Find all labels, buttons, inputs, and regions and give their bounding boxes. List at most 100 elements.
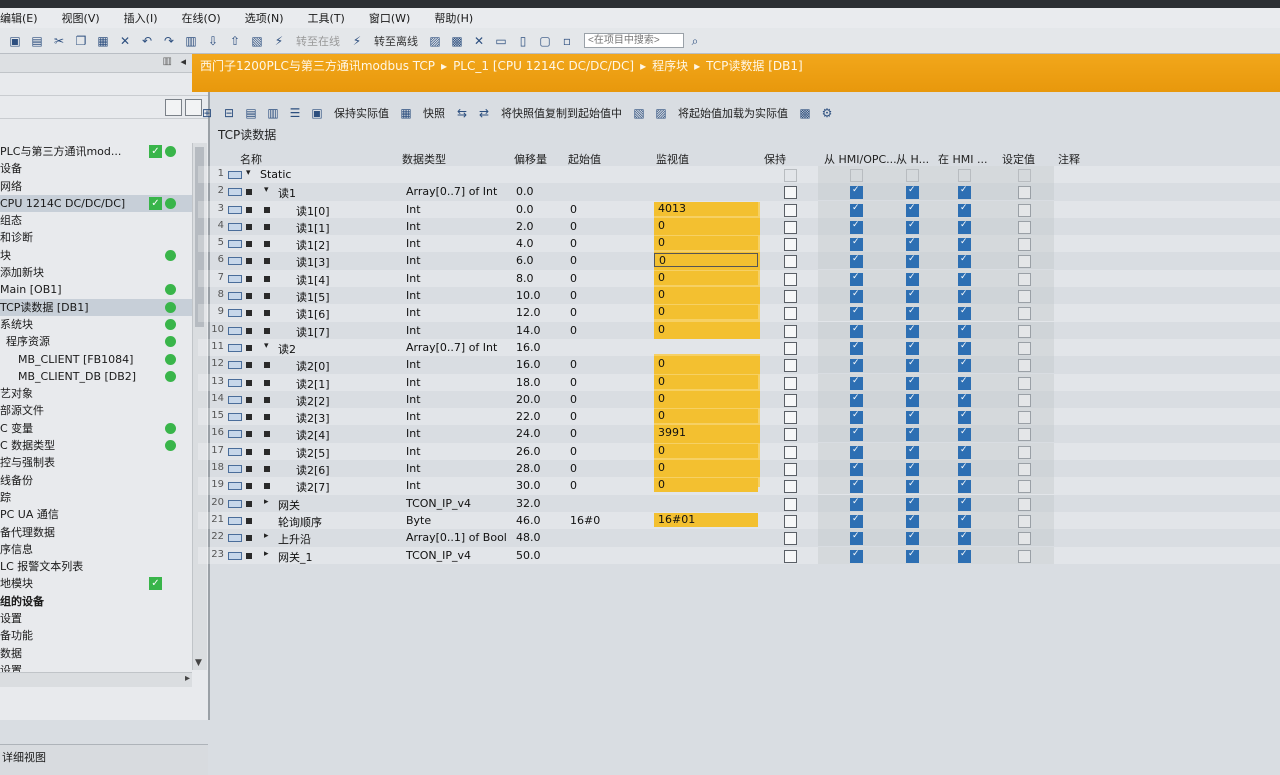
monitor-value[interactable]: 0 bbox=[654, 409, 758, 424]
download-icon[interactable]: ⇩ bbox=[206, 34, 220, 48]
visible-in-hmi-checkbox[interactable] bbox=[958, 237, 971, 252]
tree-item[interactable]: 块 bbox=[0, 247, 192, 264]
accessible-from-hmi-checkbox[interactable] bbox=[850, 341, 863, 355]
table-row[interactable]: 20 ▸ 网关 TCON_IP_v4 32.0 bbox=[198, 494, 1280, 512]
table-row[interactable]: 1 ▾ Static bbox=[198, 166, 1280, 184]
visible-in-hmi-checkbox[interactable] bbox=[958, 254, 971, 269]
setpoint-checkbox[interactable] bbox=[1018, 341, 1031, 355]
writable-from-hmi-checkbox[interactable] bbox=[906, 185, 919, 200]
variable-name[interactable]: 读2[6] bbox=[296, 462, 330, 478]
table-row[interactable]: 15 读2[3] Int 22.0 0 0 bbox=[198, 408, 1280, 426]
monitor-all-icon[interactable]: ▣ bbox=[310, 106, 324, 120]
setpoint-checkbox[interactable] bbox=[1018, 532, 1031, 546]
start-value[interactable]: 0 bbox=[570, 220, 577, 233]
tree-view-icon[interactable] bbox=[165, 99, 182, 116]
start-value[interactable]: 0 bbox=[570, 237, 577, 250]
retain-checkbox[interactable] bbox=[784, 290, 797, 304]
monitor-value[interactable]: 0 bbox=[654, 391, 758, 406]
tree-item[interactable]: 组的设备 bbox=[0, 593, 192, 610]
start-value[interactable]: 0 bbox=[570, 272, 577, 285]
data-type[interactable]: TCON_IP_v4 bbox=[406, 497, 471, 510]
delete-icon[interactable]: ✕ bbox=[118, 34, 132, 48]
visible-in-hmi-checkbox[interactable] bbox=[958, 203, 971, 217]
load-snapshot-icon[interactable]: ⇄ bbox=[477, 106, 491, 120]
variable-name[interactable]: 读1[1] bbox=[296, 220, 330, 236]
accessible-from-hmi-checkbox[interactable] bbox=[850, 410, 863, 425]
start-cpu-icon[interactable]: ▩ bbox=[450, 34, 464, 48]
menu-item[interactable]: 插入(I) bbox=[124, 10, 158, 26]
table-row[interactable]: 14 读2[2] Int 20.0 0 0 bbox=[198, 390, 1280, 408]
new-project-icon[interactable]: ▣ bbox=[8, 34, 22, 48]
data-type[interactable]: Array[0..1] of Bool bbox=[406, 531, 507, 544]
copy-start-icon[interactable]: ▧ bbox=[632, 106, 646, 120]
menu-item[interactable]: 工具(T) bbox=[308, 10, 345, 26]
menu-item[interactable]: 编辑(E) bbox=[0, 10, 38, 26]
retain-checkbox[interactable] bbox=[784, 549, 797, 563]
retain-checkbox[interactable] bbox=[784, 203, 797, 217]
setpoint-checkbox[interactable] bbox=[1018, 186, 1031, 200]
variable-name[interactable]: 读2[5] bbox=[296, 445, 330, 461]
tree-item[interactable]: 控与强制表 bbox=[0, 454, 192, 471]
tree-item[interactable]: 组态 bbox=[0, 212, 192, 229]
writable-from-hmi-checkbox[interactable] bbox=[906, 410, 919, 425]
menu-item[interactable]: 窗口(W) bbox=[369, 10, 410, 26]
go-online-icon[interactable]: ⚡ bbox=[272, 34, 286, 48]
column-header[interactable]: 起始值 bbox=[568, 151, 601, 167]
paste-icon[interactable]: ▦ bbox=[96, 34, 110, 48]
expand-toggle-icon[interactable]: ▾ bbox=[246, 168, 251, 178]
writable-from-hmi-checkbox[interactable] bbox=[906, 514, 919, 528]
table-row[interactable]: 2 ▾ 读1 Array[0..7] of Int 0.0 bbox=[198, 183, 1280, 201]
column-header[interactable]: 从 H... bbox=[896, 151, 929, 167]
variable-name[interactable]: Static bbox=[260, 168, 291, 181]
monitor-value[interactable]: 0 bbox=[654, 288, 758, 303]
cut-icon[interactable]: ✂ bbox=[52, 34, 66, 48]
visible-in-hmi-checkbox[interactable] bbox=[958, 358, 971, 373]
setpoint-checkbox[interactable] bbox=[1018, 480, 1031, 494]
setpoint-checkbox[interactable] bbox=[1018, 514, 1031, 528]
retain-checkbox[interactable] bbox=[784, 497, 797, 511]
stop-cpu-icon[interactable]: ✕ bbox=[472, 34, 486, 48]
breadcrumb-item[interactable]: TCP读数据 [DB1] bbox=[706, 59, 803, 73]
retain-checkbox[interactable] bbox=[784, 272, 797, 286]
accessible-from-hmi-checkbox[interactable] bbox=[850, 185, 863, 200]
accessible-from-hmi-checkbox[interactable] bbox=[850, 427, 863, 442]
retain-checkbox[interactable] bbox=[784, 255, 797, 269]
table-row[interactable]: 5 读1[2] Int 4.0 0 0 bbox=[198, 235, 1280, 253]
accessible-from-hmi-checkbox[interactable] bbox=[850, 169, 863, 182]
visible-in-hmi-checkbox[interactable] bbox=[958, 306, 971, 321]
visible-in-hmi-checkbox[interactable] bbox=[958, 393, 971, 407]
tree-item[interactable]: 备代理数据 bbox=[0, 524, 192, 541]
column-header[interactable]: 保持 bbox=[764, 151, 786, 167]
monitor-value[interactable]: 0 bbox=[654, 374, 758, 389]
variable-name[interactable]: 读1[3] bbox=[296, 254, 330, 270]
start-value[interactable]: 0 bbox=[570, 445, 577, 458]
data-type[interactable]: Int bbox=[406, 445, 421, 458]
scroll-down-icon[interactable]: ▼ bbox=[195, 658, 202, 668]
data-type[interactable]: Int bbox=[406, 427, 421, 440]
tree-item[interactable]: 系统块 bbox=[0, 316, 192, 333]
retain-checkbox[interactable] bbox=[784, 307, 797, 321]
retain-checkbox[interactable] bbox=[784, 186, 797, 200]
accessible-from-hmi-checkbox[interactable] bbox=[850, 254, 863, 269]
variable-name[interactable]: 读2 bbox=[278, 341, 296, 357]
table-row[interactable]: 7 读1[4] Int 8.0 0 0 bbox=[198, 269, 1280, 288]
undo-icon[interactable]: ↶ bbox=[140, 34, 154, 48]
retain-checkbox[interactable] bbox=[784, 324, 797, 338]
accessible-devices-icon[interactable]: ▨ bbox=[428, 34, 442, 48]
setpoint-checkbox[interactable] bbox=[1018, 497, 1031, 511]
retain-checkbox[interactable] bbox=[784, 359, 797, 373]
start-value[interactable]: 0 bbox=[570, 306, 577, 319]
data-type[interactable]: Int bbox=[406, 462, 421, 475]
variable-name[interactable]: 读2[3] bbox=[296, 410, 330, 426]
setpoint-checkbox[interactable] bbox=[1018, 411, 1031, 425]
retain-checkbox[interactable] bbox=[784, 376, 797, 390]
monitor-value[interactable]: 0 bbox=[654, 461, 758, 476]
writable-from-hmi-checkbox[interactable] bbox=[906, 427, 919, 442]
variable-name[interactable]: 上升沿 bbox=[278, 531, 311, 547]
tree-item[interactable]: 艺对象 bbox=[0, 385, 192, 402]
accessible-from-hmi-checkbox[interactable] bbox=[850, 306, 863, 321]
tree-item[interactable]: 地模块 ✓ bbox=[0, 575, 192, 592]
maximize-icon[interactable]: ▢ bbox=[538, 34, 552, 48]
start-value[interactable]: 0 bbox=[570, 254, 577, 267]
collapse-pane-icon[interactable]: ◂ bbox=[180, 55, 186, 68]
